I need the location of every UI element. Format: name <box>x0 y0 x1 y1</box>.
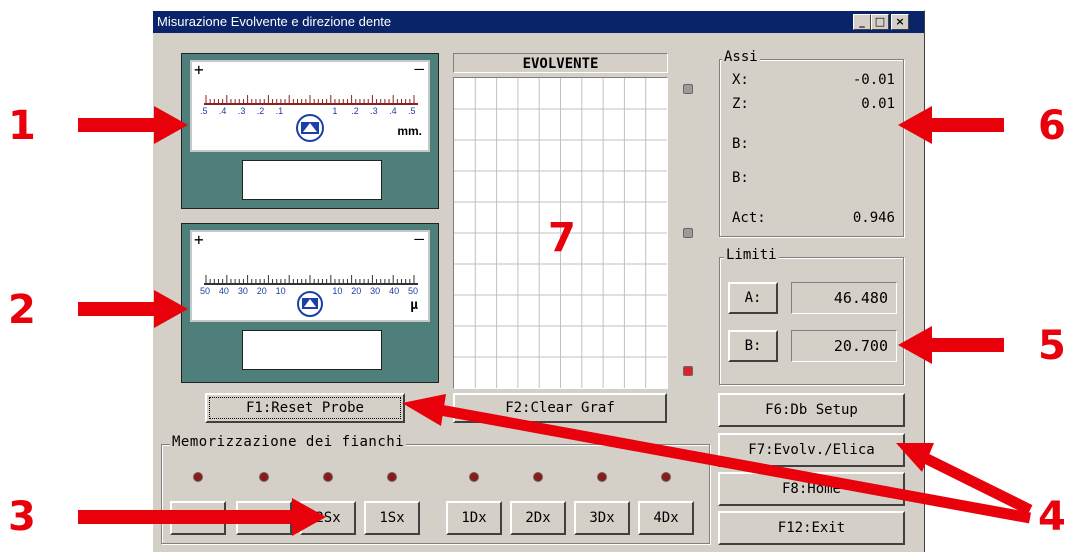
annotation-5: 5 <box>1038 323 1066 369</box>
indicator-top <box>684 85 692 93</box>
graph-title: EVOLVENTE <box>453 53 668 73</box>
flank-led <box>534 473 542 481</box>
gauge-micron-scale <box>204 275 418 317</box>
annotation-4: 4 <box>1038 494 1066 540</box>
gauge-mm-value-box <box>242 160 382 200</box>
tick-label: .4 <box>389 106 397 116</box>
flank-led <box>194 473 202 481</box>
tick-label: 40 <box>218 286 229 296</box>
tick-label: .2 <box>351 106 359 116</box>
flank-button-4dx[interactable]: 4Dx <box>638 501 694 535</box>
flank-button-2dx[interactable]: 2Dx <box>510 501 566 535</box>
home-button[interactable]: F8:Home <box>718 472 905 506</box>
limit-a-button[interactable]: A: <box>728 282 778 314</box>
axis-b2-label: B: <box>732 170 749 186</box>
evolv-elica-button[interactable]: F7:Evolv./Elica <box>718 433 905 467</box>
tick-label: 1 <box>332 106 338 116</box>
tick-label: 30 <box>237 286 248 296</box>
annotation-7: 7 <box>548 215 576 261</box>
axis-x-value: -0.01 <box>852 72 895 88</box>
axis-act-value: 0.946 <box>852 210 895 226</box>
arrow-1 <box>78 118 158 132</box>
close-icon[interactable]: × <box>891 14 909 30</box>
maximize-icon[interactable]: □ <box>871 14 889 30</box>
tick-label: 50 <box>200 286 211 296</box>
flank-led <box>324 473 332 481</box>
minimize-icon[interactable]: _ <box>853 14 871 30</box>
clear-graph-button[interactable]: F2:Clear Graf <box>453 393 667 423</box>
tick-label: .3 <box>237 106 246 116</box>
gauge-micron: + – 50 40 30 20 10 10 20 30 40 50 μ <box>181 223 439 383</box>
tick-label: .5 <box>200 106 208 116</box>
tick-label: .1 <box>275 106 284 116</box>
flank-button-4sx[interactable]: 4Sx <box>170 501 226 535</box>
reset-probe-button[interactable]: F1:Reset Probe <box>205 393 405 423</box>
limiti-group: Limiti A: 46.480 B: 20.700 <box>719 247 904 385</box>
limit-b-value[interactable]: 20.700 <box>791 330 897 362</box>
db-setup-button[interactable]: F6:Db Setup <box>718 393 905 427</box>
arrow-5 <box>928 338 1004 352</box>
flank-button-3sx[interactable]: 3Sx <box>236 501 292 535</box>
flanks-group: Memorizzazione dei fianchi 4Sx 3Sx 2Sx 1Sx 1… <box>161 434 710 544</box>
gauge-micron-value-box <box>242 330 382 370</box>
flank-led <box>260 473 268 481</box>
tick-label: .2 <box>256 106 265 116</box>
tick-label: 20 <box>351 286 362 296</box>
assi-title: Assi <box>722 49 760 65</box>
arrow-6 <box>928 118 1004 132</box>
flank-button-3dx[interactable]: 3Dx <box>574 501 630 535</box>
flank-button-2sx[interactable]: 2Sx <box>300 501 356 535</box>
axis-x-label: X: <box>732 72 749 88</box>
axis-act-label: Act: <box>732 210 766 226</box>
tick-label: 50 <box>408 286 419 296</box>
flank-led <box>388 473 396 481</box>
arrow-2 <box>78 302 158 316</box>
tick-label: 40 <box>389 286 400 296</box>
gauge-unit: mm. <box>397 124 422 138</box>
annotation-1: 1 <box>8 103 36 149</box>
axis-z-label: Z: <box>732 96 749 112</box>
flank-button-1sx[interactable]: 1Sx <box>364 501 420 535</box>
main-window: Misurazione Evolvente e direzione dente … <box>152 10 925 552</box>
tick-label: 30 <box>370 286 381 296</box>
limit-a-value[interactable]: 46.480 <box>791 282 897 314</box>
indicator-bottom <box>684 367 692 375</box>
gauge-mm: + – .5.4.3.2.1 1.2.3.4.5 mm. <box>181 53 439 209</box>
tick-label: 10 <box>332 286 343 296</box>
assi-group: Assi X: -0.01 Z: 0.01 B: B: Act: 0.946 <box>719 49 904 237</box>
limit-b-button[interactable]: B: <box>728 330 778 362</box>
exit-button[interactable]: F12:Exit <box>718 511 905 545</box>
flanks-title: Memorizzazione dei fianchi <box>170 434 407 450</box>
window-title: Misurazione Evolvente e direzione dente <box>157 14 392 29</box>
tick-label: 20 <box>256 286 267 296</box>
gauge-unit: μ <box>410 298 418 313</box>
flank-led <box>598 473 606 481</box>
limiti-title: Limiti <box>724 247 779 263</box>
axis-z-value: 0.01 <box>861 96 895 112</box>
annotation-6: 6 <box>1038 103 1066 149</box>
arrow-4b <box>922 453 1033 515</box>
tick-label: .3 <box>370 106 378 116</box>
flank-led <box>662 473 670 481</box>
tick-label: .4 <box>218 106 227 116</box>
tick-label: .5 <box>408 106 416 116</box>
flank-button-1dx[interactable]: 1Dx <box>446 501 502 535</box>
gauge-micron-face: + – 50 40 30 20 10 10 20 30 40 50 μ <box>190 229 430 322</box>
axis-b1-label: B: <box>732 136 749 152</box>
annotation-3: 3 <box>8 494 36 540</box>
annotation-2: 2 <box>8 287 36 333</box>
flank-led <box>470 473 478 481</box>
title-bar: Misurazione Evolvente e direzione dente … <box>153 11 924 33</box>
tick-label: 10 <box>275 286 286 296</box>
indicator-middle <box>684 229 692 237</box>
gauge-mm-face: + – .5.4.3.2.1 1.2.3.4.5 mm. <box>190 59 430 152</box>
